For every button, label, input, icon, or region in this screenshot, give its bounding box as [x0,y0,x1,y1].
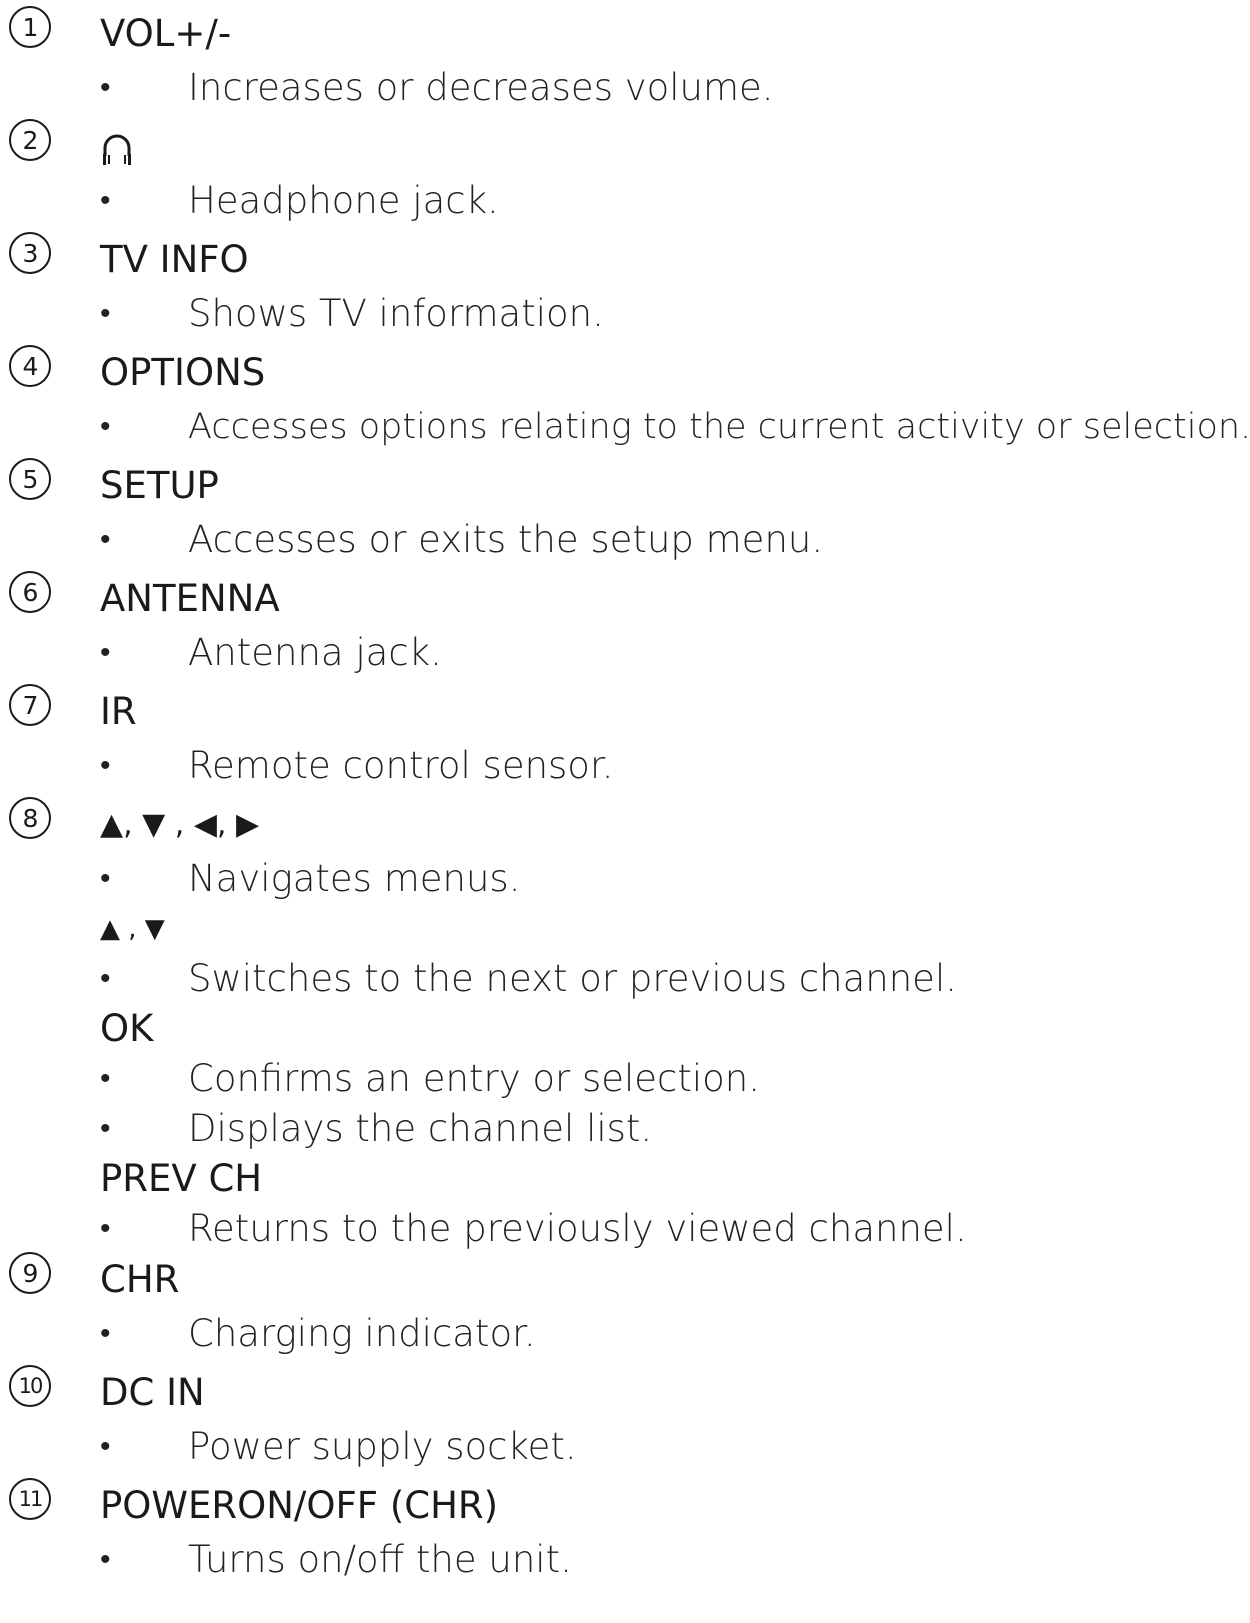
item-label: DC IN [100,1371,205,1414]
item-number-badge: 5 [9,458,51,500]
navigation-arrows-label: ▲, ▼ , ◀, ▶ [100,807,260,842]
list-item: 11 POWERON/OFF (CHR) Turns on/off the un… [0,1477,572,1585]
item-label: VOL+/- [100,12,232,55]
item-description: Charging indicator. [100,1309,536,1359]
item-description: Antenna jack. [100,628,442,678]
item-description: Navigates menus. [100,854,967,904]
list-item: 8 ▲, ▼ , ◀, ▶ Navigates menus. ▲ , ▼ Swi… [0,796,967,1254]
prev-ch-label: PREV CH [100,1157,263,1200]
list-item: 10 DC IN Power supply socket. [0,1364,577,1472]
item-number-badge: 2 [9,119,51,161]
list-item: 7 IR Remote control sensor. [0,683,614,791]
item-description: Switches to the next or previous channel… [100,954,967,1004]
item-description: Accesses options relating to the current… [100,402,1250,452]
list-item: 6 ANTENNA Antenna jack. [0,570,442,678]
item-number-badge: 7 [9,684,51,726]
item-label: OPTIONS [100,351,266,394]
item-number-badge: 3 [9,232,51,274]
item-number-badge: 9 [9,1252,51,1294]
item-description: Shows TV information. [100,289,604,339]
item-number-badge: 1 [9,6,51,48]
item-description: Power supply socket. [100,1422,577,1472]
list-item: 5 SETUP Accesses or exits the setup menu… [0,457,823,565]
item-number-badge: 6 [9,571,51,613]
item-label: POWERON/OFF (CHR) [100,1484,499,1527]
item-description: Remote control sensor. [100,741,614,791]
item-description: Turns on/off the unit. [100,1535,572,1585]
item-label [100,118,499,176]
item-description: Confirms an entry or selection. [100,1054,967,1104]
item-description: Displays the channel list. [100,1104,967,1154]
item-label: ANTENNA [100,577,280,620]
control-description-list: 1 VOL+/- Increases or decreases volume. … [0,0,1250,1623]
list-item: 2 Headphone jack. [0,118,499,226]
item-label: CHR [100,1258,180,1301]
ok-label: OK [100,1007,154,1050]
item-description: Increases or decreases volume. [100,63,774,113]
item-number-badge: 8 [9,797,51,839]
list-item: 4 OPTIONS Accesses options relating to t… [0,344,1250,452]
item-number-badge: 4 [9,345,51,387]
item-number-badge: 11 [9,1478,51,1520]
item-label: IR [100,690,137,733]
item-label: TV INFO [100,238,249,281]
item-description: Returns to the previously viewed channel… [100,1204,967,1254]
channel-arrows-label: ▲ , ▼ [100,914,165,944]
item-description: Accesses or exits the setup menu. [100,515,823,565]
list-item: 3 TV INFO Shows TV information. [0,231,604,339]
item-label: SETUP [100,464,219,507]
headphone-icon [100,129,134,169]
item-number-badge: 10 [9,1365,51,1407]
list-item: 1 VOL+/- Increases or decreases volume. [0,5,774,113]
list-item: 9 CHR Charging indicator. [0,1251,536,1359]
item-description: Headphone jack. [100,176,499,226]
